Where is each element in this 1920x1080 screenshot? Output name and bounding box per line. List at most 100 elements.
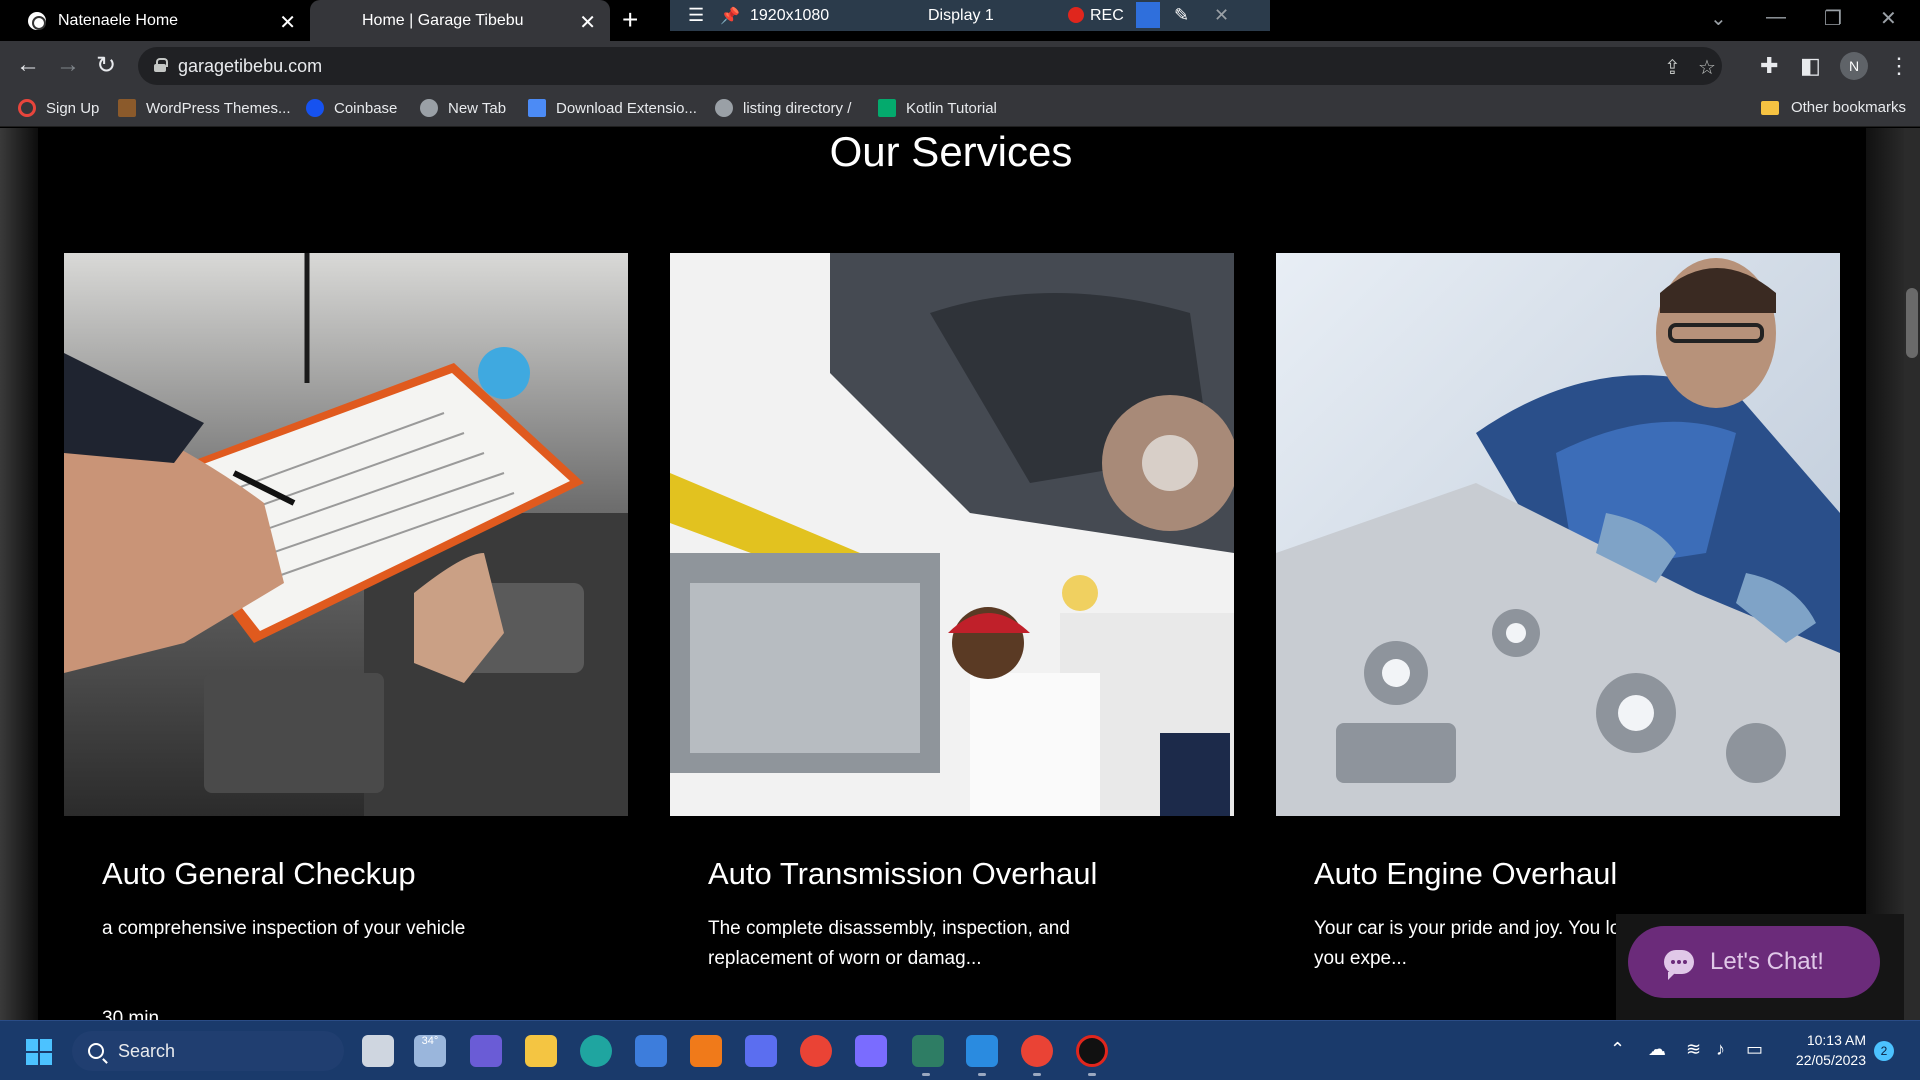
vlc-icon[interactable] (690, 1035, 722, 1067)
close-icon[interactable]: ✕ (1214, 5, 1229, 26)
new-tab-button[interactable]: + (622, 4, 638, 36)
vscode-icon[interactable] (966, 1035, 998, 1067)
back-arrow-icon[interactable]: ← (16, 51, 40, 79)
volume-icon[interactable]: ♪ (1716, 1039, 1725, 1060)
wordpress-icon (118, 99, 136, 117)
file-explorer-icon[interactable] (525, 1035, 557, 1067)
page-scrollbar[interactable] (1904, 128, 1920, 1020)
copilot-icon[interactable] (855, 1035, 887, 1067)
close-tab-icon[interactable]: ✕ (579, 10, 596, 35)
share-icon[interactable]: ⇪ (1664, 55, 1681, 80)
weather-widget-icon[interactable]: 34° (414, 1035, 446, 1067)
service-image-checkup[interactable] (64, 253, 628, 816)
taskbar-search[interactable]: Search (72, 1031, 344, 1071)
bookmark-download-extension[interactable]: Download Extensio... (528, 99, 697, 117)
bookmark-label: Download Extensio... (556, 99, 697, 117)
browser-toolbar: ← → ↻ garagetibebu.com ⇪ ☆ ✚ ◧ N ⋮ (0, 41, 1920, 91)
engine-photo (1276, 253, 1840, 816)
tab-title: Home | Garage Tibebu (362, 11, 524, 29)
screen-recorder-bar: ☰ 📌 1920x1080 Display 1 REC ✎ ✕ (670, 0, 1270, 31)
bookmark-star-icon[interactable]: ☆ (1698, 55, 1716, 80)
globe-icon (420, 99, 438, 117)
download-icon (528, 99, 546, 117)
service-duration: 30 min (102, 1008, 160, 1020)
address-bar[interactable]: garagetibebu.com ⇪ ☆ (138, 47, 1722, 85)
bookmark-wordpress-themes[interactable]: WordPress Themes... (118, 99, 291, 117)
wifi-icon[interactable]: ≋ (1686, 1039, 1701, 1060)
teams-chat-icon[interactable] (470, 1035, 502, 1067)
bookmark-kotlin-tutorial[interactable]: Kotlin Tutorial (878, 99, 997, 117)
bookmark-coinbase[interactable]: Coinbase (306, 99, 397, 117)
url-text[interactable]: garagetibebu.com (178, 56, 322, 77)
windows-start-icon[interactable] (26, 1039, 52, 1065)
pin-icon[interactable]: 📌 (720, 6, 740, 26)
pencil-icon[interactable]: ✎ (1174, 5, 1189, 26)
tab-natenaele-home[interactable]: Natenaele Home ✕ (0, 0, 310, 41)
side-panel-icon[interactable]: ◧ (1800, 53, 1821, 79)
running-indicator (922, 1073, 930, 1076)
w3schools-icon (878, 99, 896, 117)
menu-icon[interactable]: ☰ (688, 5, 704, 26)
tab-garage-tibebu[interactable]: Home | Garage Tibebu ✕ (310, 0, 610, 41)
blue-square-icon[interactable] (1136, 2, 1160, 28)
restore-icon[interactable]: ❐ (1824, 6, 1842, 31)
chat-bubble-icon (1664, 950, 1694, 980)
more-menu-icon[interactable]: ⋮ (1888, 53, 1910, 79)
bookmark-label: Kotlin Tutorial (906, 99, 997, 117)
transmission-photo (670, 253, 1234, 816)
chrome-icon[interactable] (800, 1035, 832, 1067)
microsoft-store-icon[interactable] (635, 1035, 667, 1067)
lets-chat-button[interactable]: Let's Chat! (1628, 926, 1880, 998)
other-bookmarks[interactable]: Other bookmarks (1760, 99, 1906, 116)
checkup-photo (64, 253, 628, 816)
service-image-transmission[interactable] (670, 253, 1234, 816)
lock-icon[interactable] (154, 58, 168, 72)
service-title[interactable]: Auto Transmission Overhaul (708, 856, 1097, 892)
forward-arrow-icon[interactable]: → (56, 51, 80, 79)
service-image-engine[interactable] (1276, 253, 1840, 816)
chrome-profile-icon[interactable] (1021, 1035, 1053, 1067)
extensions-puzzle-icon[interactable]: ✚ (1760, 53, 1778, 79)
chatgpt-icon[interactable] (912, 1035, 944, 1067)
profile-avatar[interactable]: N (1840, 52, 1868, 80)
rec-label[interactable]: REC (1090, 7, 1124, 25)
close-window-icon[interactable]: ✕ (1880, 6, 1897, 31)
service-title[interactable]: Auto General Checkup (102, 856, 416, 892)
folder-icon (1760, 100, 1779, 115)
bookmark-listing-directory[interactable]: listing directory / (715, 99, 851, 117)
display-label[interactable]: Display 1 (928, 7, 994, 25)
running-indicator (1033, 1073, 1041, 1076)
other-bookmarks-label: Other bookmarks (1790, 99, 1906, 116)
chevron-down-icon[interactable]: ⌄ (1710, 6, 1727, 31)
minimize-icon[interactable]: — (1766, 6, 1786, 29)
search-icon (88, 1043, 104, 1059)
task-view-icon[interactable] (362, 1035, 394, 1067)
running-indicator (978, 1073, 986, 1076)
reload-icon[interactable]: ↻ (96, 51, 116, 80)
screen-recorder-icon[interactable] (1076, 1035, 1108, 1067)
globe-icon (715, 99, 733, 117)
section-title: Our Services (829, 128, 1073, 175)
bookmark-new-tab[interactable]: New Tab (420, 99, 506, 117)
chevron-up-icon[interactable]: ⌃ (1610, 1039, 1625, 1060)
clock-time: 10:13 AM (1806, 1032, 1866, 1048)
record-icon (1068, 7, 1084, 23)
service-description: The complete disassembly, inspection, an… (708, 918, 1070, 969)
close-tab-icon[interactable]: ✕ (279, 10, 296, 35)
edge-icon[interactable] (580, 1035, 612, 1067)
scroll-thumb[interactable] (1906, 288, 1918, 358)
windows-taskbar: Search 34° ⌃ ☁ ≋ ♪ ▭ 10:13 AM 22/05/2023… (0, 1020, 1920, 1080)
notification-badge[interactable]: 2 (1874, 1041, 1894, 1061)
onedrive-icon[interactable]: ☁ (1648, 1039, 1666, 1060)
bookmark-label: Coinbase (334, 99, 398, 117)
service-title[interactable]: Auto Engine Overhaul (1314, 856, 1617, 892)
web-page: Our Services Auto General Checkup a comp… (0, 128, 1920, 1020)
bookmark-label: Sign Up (46, 99, 100, 117)
bookmark-sign-up[interactable]: Sign Up (18, 99, 99, 117)
bookmark-label: WordPress Themes... (146, 99, 291, 117)
battery-icon[interactable]: ▭ (1746, 1039, 1763, 1060)
circle-icon (18, 99, 36, 117)
media-player-icon[interactable] (745, 1035, 777, 1067)
bookmarks-bar: Sign Up WordPress Themes... Coinbase New… (0, 91, 1920, 127)
system-clock[interactable]: 10:13 AM 22/05/2023 (1782, 1030, 1866, 1070)
